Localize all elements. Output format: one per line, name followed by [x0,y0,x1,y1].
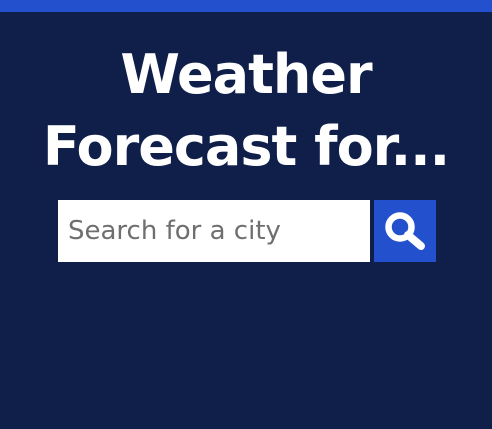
search-button[interactable] [374,200,436,262]
search-icon [385,212,425,250]
top-accent-bar [0,0,492,12]
city-search-input[interactable] [58,200,370,262]
weather-search-page: Weather Forecast for... [0,12,492,429]
city-search-form [58,200,436,262]
page-title: Weather Forecast for... [42,43,450,178]
